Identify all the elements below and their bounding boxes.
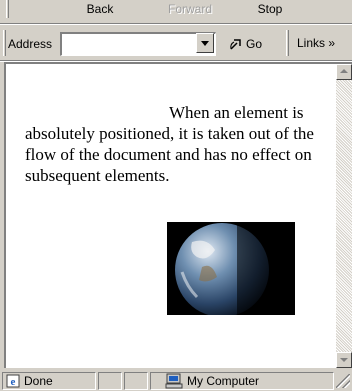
status-done-text: Done <box>24 374 53 388</box>
earth-icon <box>175 222 295 315</box>
address-field[interactable] <box>62 34 215 55</box>
status-pane-zone: My Computer <box>150 372 334 390</box>
go-button[interactable]: Go <box>226 34 281 54</box>
scroll-down-button[interactable] <box>336 352 352 368</box>
forward-button[interactable]: Forward <box>160 2 220 20</box>
back-button[interactable]: Back <box>70 2 130 20</box>
forward-label: Forward <box>167 2 212 16</box>
svg-text:e: e <box>11 376 16 388</box>
links-button[interactable]: Links » <box>297 36 335 50</box>
my-computer-icon <box>165 373 183 389</box>
stop-label: Stop <box>257 2 283 16</box>
status-pane-1 <box>98 372 122 390</box>
status-pane-main: e Done <box>2 372 96 390</box>
vertical-scrollbar[interactable] <box>336 64 352 368</box>
ie-page-icon: e <box>6 374 20 388</box>
address-grip[interactable] <box>3 30 6 56</box>
links-grip[interactable] <box>286 30 289 56</box>
resize-grip[interactable] <box>336 374 350 388</box>
stop-button[interactable]: Stop <box>245 2 295 20</box>
earth-image <box>167 222 295 315</box>
status-pane-2 <box>124 372 148 390</box>
links-label: Links » <box>297 36 336 50</box>
address-input[interactable] <box>60 32 216 56</box>
toolbar-grip[interactable] <box>6 0 9 18</box>
address-label: Address <box>8 37 53 51</box>
status-zone-text: My Computer <box>187 374 260 388</box>
address-dropdown-button[interactable] <box>196 33 214 53</box>
go-label: Go <box>246 37 263 51</box>
scroll-up-button[interactable] <box>336 64 352 80</box>
document-paragraph: When an element is absolutely positioned… <box>25 103 314 185</box>
go-arrow-icon <box>230 39 241 50</box>
back-label: Back <box>86 2 114 16</box>
